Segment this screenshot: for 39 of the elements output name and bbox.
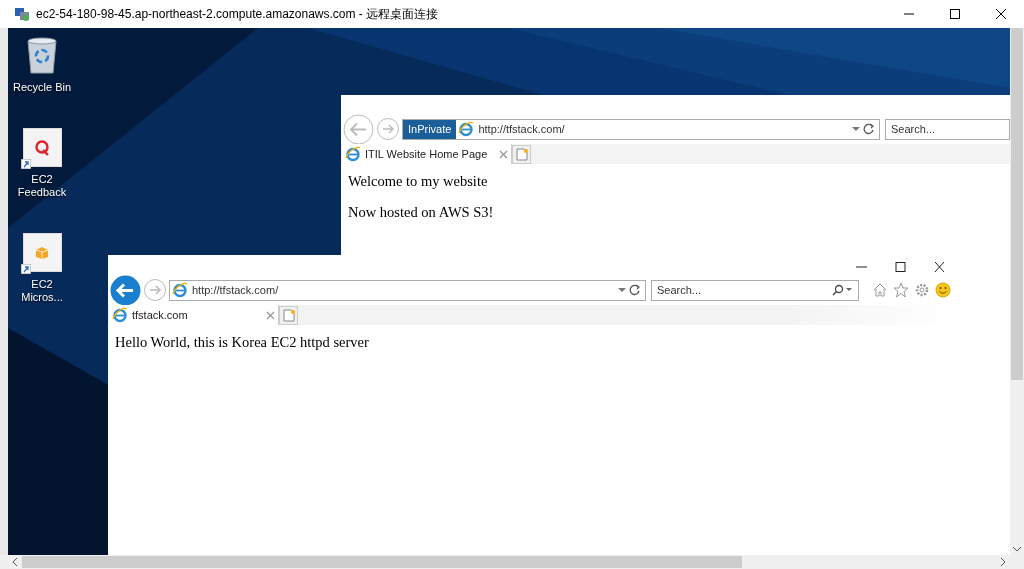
horizontal-scrollbar[interactable] [0, 555, 1024, 569]
page-text: Welcome to my website [348, 172, 489, 190]
address-bar[interactable]: http://tfstack.com/ [169, 279, 646, 301]
settings-icon[interactable] [914, 282, 930, 298]
inprivate-badge: InPrivate [403, 119, 457, 139]
smiley-icon[interactable] [935, 282, 951, 298]
desktop-icon-label: EC2 Feedback [16, 173, 68, 199]
star-icon[interactable] [893, 282, 909, 298]
dropdown-caret-icon[interactable] [851, 125, 861, 133]
feedback-shortcut-icon[interactable] [22, 128, 62, 167]
window-title: ec2-54-180-98-45.ap-northeast-2.compute.amazonaws.com - 远程桌面连接 [36, 6, 440, 23]
maximize-icon [950, 9, 960, 19]
browser-logo-icon [345, 146, 361, 162]
maximize-icon[interactable] [892, 262, 909, 272]
search-icon[interactable] [831, 284, 853, 296]
page-text: Hello World, this is Korea EC2 httpd server [115, 333, 370, 351]
vertical-scrollbar[interactable] [1010, 28, 1024, 555]
desktop-icon-label: EC2 Micros... [20, 278, 64, 304]
close-tab-icon[interactable] [266, 310, 275, 320]
package-shortcut-icon[interactable] [22, 233, 62, 272]
back-button-icon[interactable] [110, 274, 141, 306]
close-tab-icon[interactable] [499, 149, 508, 159]
recycle-bin-icon[interactable] [25, 35, 59, 75]
desktop-icon-label: Recycle Bin [12, 81, 72, 94]
search-field[interactable]: Search... [651, 279, 859, 301]
browser-logo-icon [172, 282, 188, 298]
remote-desktop-icon [14, 6, 30, 22]
browser-tab[interactable]: ITIL Website Home Page [342, 144, 512, 164]
browser-tab[interactable]: tfstack.com [109, 305, 279, 325]
browser-logo-icon [458, 121, 475, 137]
dropdown-caret-icon[interactable] [617, 286, 627, 294]
home-icon[interactable] [872, 282, 888, 298]
search-field[interactable]: Search... [885, 118, 1010, 140]
page-text: Now hosted on AWS S3! [348, 203, 495, 221]
browser-logo-icon [112, 307, 128, 323]
address-text: http://tfstack.com/ [192, 282, 280, 298]
address-bar[interactable]: InPrivate http://tfstack.com/ [402, 118, 880, 140]
address-text: http://tfstack.com/ [478, 121, 566, 137]
close-icon [996, 9, 1006, 19]
